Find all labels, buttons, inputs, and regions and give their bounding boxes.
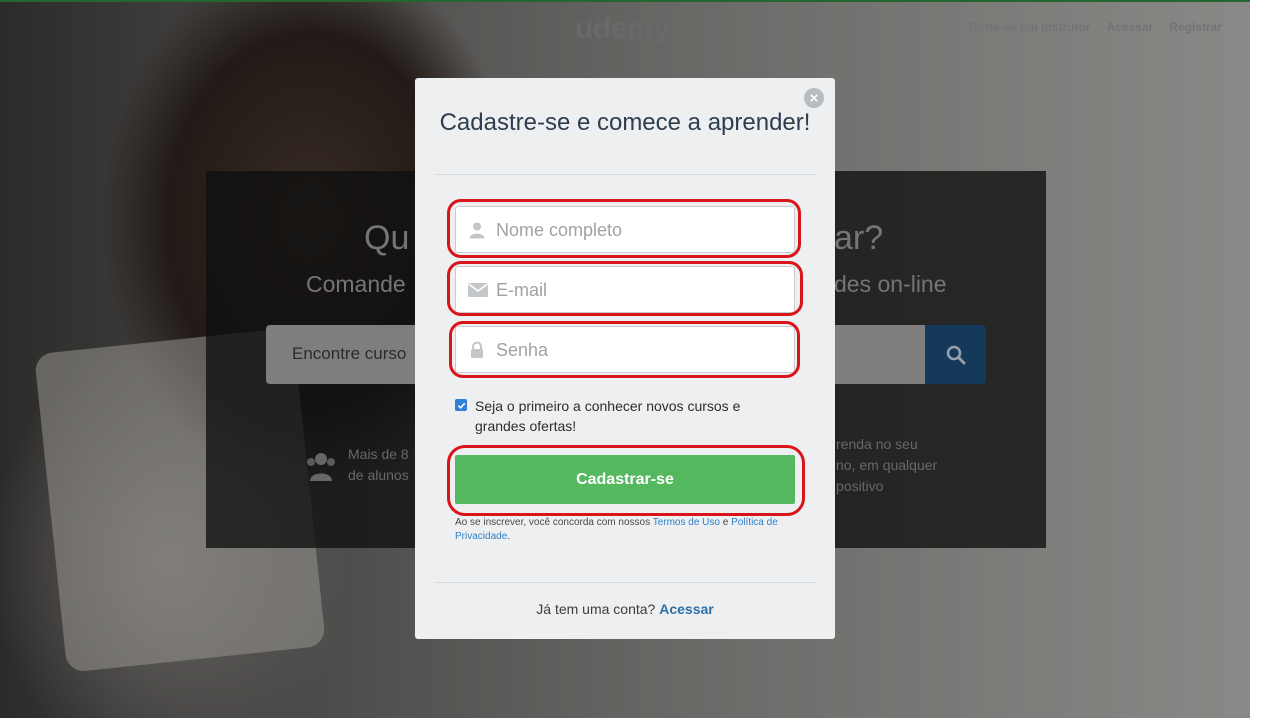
- modal-title: Cadastre-se e comece a aprender!: [439, 109, 811, 136]
- terms-link[interactable]: Termos de Uso: [653, 517, 720, 528]
- highlight-signup-button: [447, 445, 805, 516]
- divider: [435, 582, 815, 583]
- login-link[interactable]: Acessar: [659, 601, 714, 617]
- terms-prefix: Ao se inscrever, você concorda com nosso…: [455, 517, 651, 528]
- checkmark-icon: [457, 402, 465, 409]
- terms-suffix: .: [507, 531, 511, 542]
- optin-checkbox[interactable]: [455, 399, 467, 411]
- highlight-email-field: [447, 261, 803, 316]
- login-prompt: Já tem uma conta? Acessar: [415, 601, 835, 617]
- terms-conjunction: e: [722, 517, 729, 528]
- close-icon[interactable]: ×: [804, 88, 824, 108]
- divider: [435, 174, 815, 175]
- highlight-name-field: [447, 199, 801, 258]
- terms-notice: Ao se inscrever, você concorda com nosso…: [455, 516, 795, 544]
- login-prompt-text: Já tem uma conta?: [536, 601, 656, 617]
- optin-label: Seja o primeiro a conhecer novos cursos …: [475, 398, 741, 434]
- landing-page: udemy Torne-se um Instrutor Acessar Regi…: [0, 0, 1250, 718]
- window-edge: [1250, 0, 1264, 718]
- highlight-password-field: [449, 321, 800, 378]
- newsletter-optin[interactable]: Seja o primeiro a conhecer novos cursos …: [455, 396, 785, 436]
